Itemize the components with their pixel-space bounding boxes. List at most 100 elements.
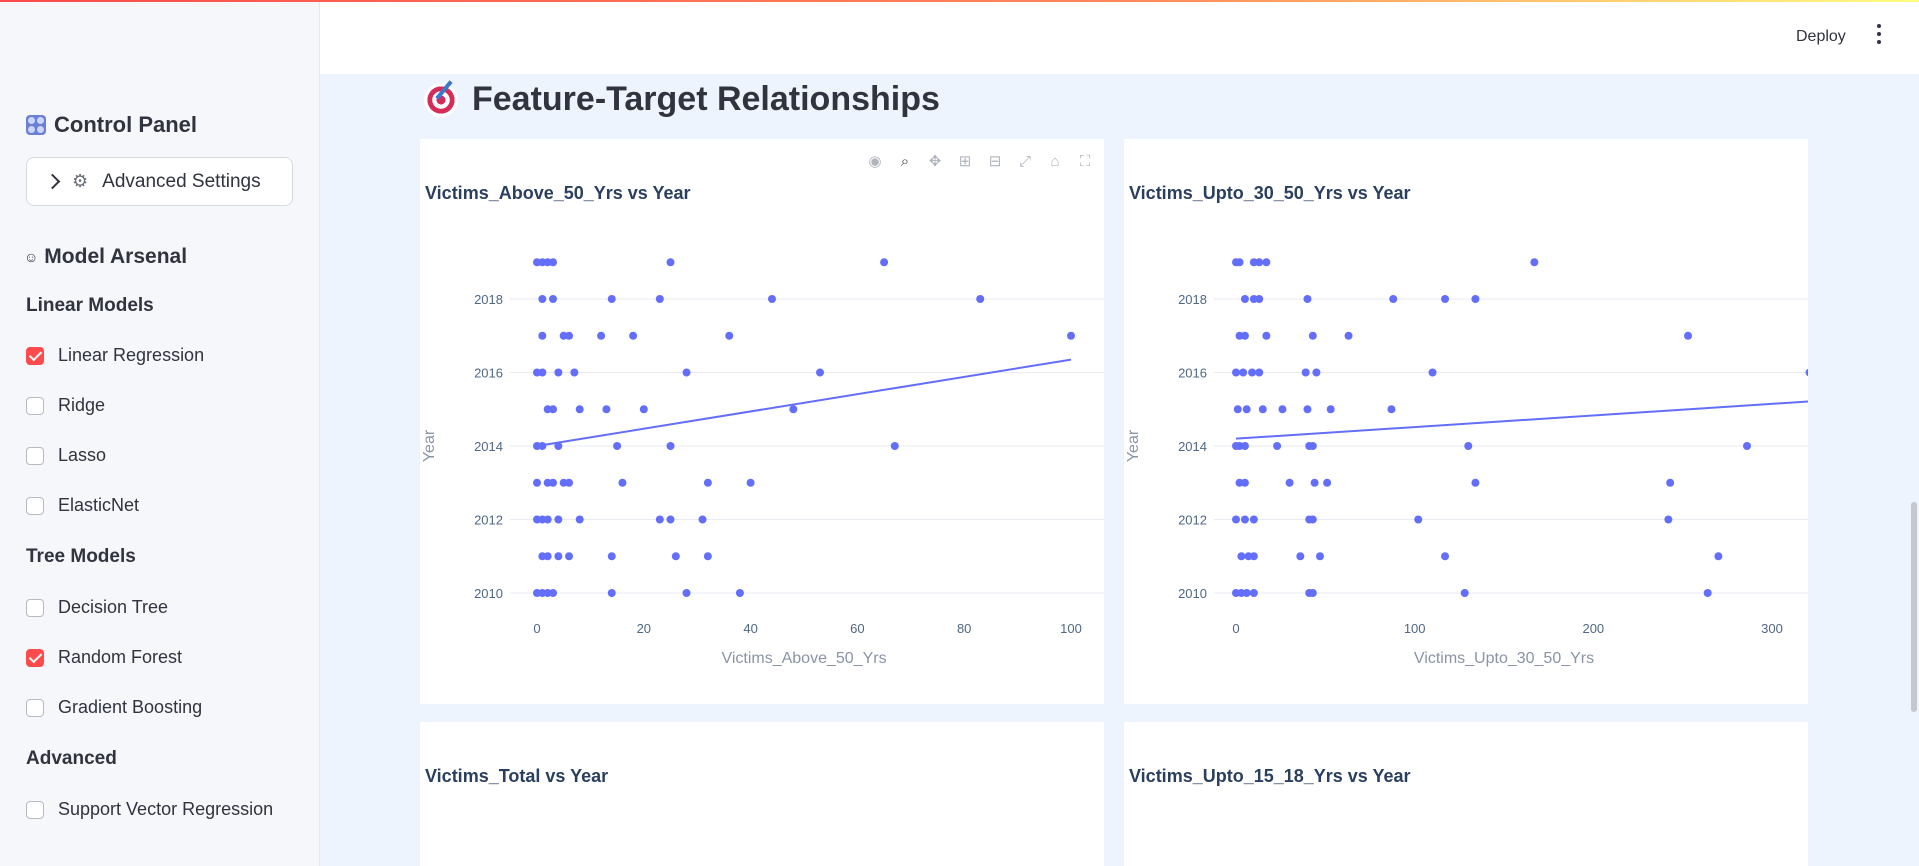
gear-icon: ⚙ — [72, 171, 89, 191]
advanced-settings-expander[interactable]: ⚙ Advanced Settings — [26, 157, 293, 206]
data-point — [1312, 368, 1321, 377]
chart-card-total: Victims_Total vs Year — [420, 722, 1104, 866]
data-point — [655, 515, 664, 524]
data-point — [746, 478, 755, 487]
data-point — [607, 589, 616, 597]
data-point — [1303, 405, 1312, 414]
y-tick-label: 2014 — [1178, 439, 1207, 454]
zoom-out-icon[interactable]: ⊟ — [984, 151, 1006, 173]
data-point — [1303, 295, 1312, 303]
chart-title: Victims_Upto_30_50_Yrs vs Year — [1129, 183, 1411, 203]
data-point — [666, 442, 675, 450]
page-title-text: Feature-Target Relationships — [472, 80, 940, 118]
checkbox-label: Ridge — [58, 395, 106, 415]
y-tick-label: 2010 — [474, 586, 503, 601]
sidebar: Control Panel ⚙ Advanced Settings ☺ Mode… — [0, 2, 320, 866]
data-point — [880, 258, 889, 267]
chart-title: Victims_Total vs Year — [425, 766, 609, 786]
data-point — [703, 552, 712, 561]
home-icon[interactable]: ⌂ — [1044, 151, 1066, 173]
checkbox-box[interactable] — [26, 698, 44, 717]
data-point — [1414, 515, 1423, 524]
model-arsenal-label: Model Arsenal — [44, 245, 188, 268]
data-point — [597, 331, 606, 340]
checkbox-lasso[interactable]: Lasso — [26, 445, 106, 466]
data-point — [1387, 405, 1396, 414]
checkbox-label: Decision Tree — [58, 597, 169, 617]
trendline — [1235, 393, 1915, 440]
data-point — [1273, 442, 1282, 450]
checkbox-box[interactable] — [26, 800, 44, 819]
scatter-plot[interactable]: 201020122014201620180 100 200 300Victims_Up… — [1124, 139, 1919, 704]
zoom-in-icon[interactable]: ⊞ — [954, 151, 976, 173]
data-point — [1308, 589, 1317, 597]
data-point — [1703, 589, 1712, 597]
data-point — [1441, 552, 1450, 561]
zoom-icon[interactable]: ⌕ — [894, 151, 916, 173]
main-menu-icon[interactable] — [1875, 24, 1883, 44]
data-point — [533, 478, 541, 487]
x-tick-label: 100 — [1060, 621, 1082, 636]
x-tick-label: 80 — [957, 621, 971, 636]
scatter-plot[interactable]: 2010 2012 2014 2016 2018 0 20 40 60 80 100 Victims_… — [420, 139, 1104, 704]
pan-icon[interactable]: ✥ — [924, 151, 946, 173]
data-point — [1248, 368, 1257, 377]
chevron-right-icon — [44, 173, 61, 190]
checkbox-elasticnet[interactable]: ElasticNet — [26, 495, 139, 516]
x-tick-label: 40 — [743, 621, 757, 636]
advanced-settings-label: Advanced Settings — [102, 170, 261, 192]
data-point — [607, 295, 616, 303]
x-tick-label: 100 — [1404, 621, 1426, 636]
data-point — [682, 368, 691, 377]
scrollbar[interactable] — [1911, 502, 1917, 712]
checkbox-box[interactable] — [26, 446, 44, 465]
checkbox-gradient-boosting[interactable]: Gradient Boosting — [26, 697, 202, 718]
x-tick-label: 0 — [533, 621, 540, 636]
checkbox-random-forest[interactable]: Random Forest — [26, 647, 182, 668]
data-point — [629, 331, 638, 340]
data-point — [890, 442, 899, 450]
checkbox-box[interactable] — [26, 648, 44, 667]
checkbox-ridge[interactable]: Ridge — [26, 395, 105, 416]
data-point — [538, 295, 547, 303]
data-point — [1428, 368, 1437, 377]
data-point — [735, 589, 744, 597]
deploy-button[interactable]: Deploy — [1796, 28, 1846, 46]
checkbox-linear-regression[interactable]: Linear Regression — [26, 345, 204, 366]
data-point — [698, 515, 707, 524]
data-point — [1460, 589, 1469, 597]
data-point — [549, 589, 558, 597]
data-point — [1326, 405, 1335, 414]
y-tick-label: 2018 — [1178, 292, 1207, 307]
y-tick-label: 2012 — [1178, 513, 1207, 528]
camera-icon[interactable]: ◉ — [864, 151, 886, 173]
chart-card-above-50: ◉ ⌕ ✥ ⊞ ⊟ ⤢ ⌂ ⛶ Victims_Above_50_Yrs vs … — [420, 139, 1104, 704]
data-point — [1310, 478, 1319, 487]
data-point — [1441, 295, 1450, 303]
data-point — [1666, 478, 1675, 487]
data-point — [1258, 405, 1267, 414]
main-content: Deploy Feature-Target Relationships ◉ ⌕ … — [320, 2, 1919, 866]
data-point — [1255, 295, 1264, 303]
data-point — [1684, 331, 1693, 340]
data-point — [565, 478, 574, 487]
group-title-advanced: Advanced — [26, 748, 117, 769]
data-point — [1232, 368, 1240, 377]
checkbox-support-vector-regression[interactable]: Support Vector Regression — [26, 799, 273, 820]
checkbox-label: Support Vector Regression — [58, 799, 274, 819]
checkbox-label: Linear Regression — [58, 345, 205, 365]
fullscreen-icon[interactable]: ⛶ — [1074, 151, 1096, 173]
checkbox-box[interactable] — [26, 598, 44, 617]
autoscale-icon[interactable]: ⤢ — [1014, 151, 1036, 173]
chart-title: Victims_Above_50_Yrs vs Year — [425, 183, 691, 203]
checkbox-box[interactable] — [26, 396, 44, 415]
data-point — [1255, 258, 1264, 267]
checkbox-box[interactable] — [26, 346, 44, 365]
checkbox-decision-tree[interactable]: Decision Tree — [26, 597, 168, 618]
y-tick-label: 2014 — [474, 439, 503, 454]
checkbox-box[interactable] — [26, 496, 44, 515]
data-point — [1249, 589, 1258, 597]
data-point — [1240, 331, 1249, 340]
model-arsenal-heading: ☺ Model Arsenal — [24, 245, 187, 269]
data-point — [1240, 442, 1249, 450]
